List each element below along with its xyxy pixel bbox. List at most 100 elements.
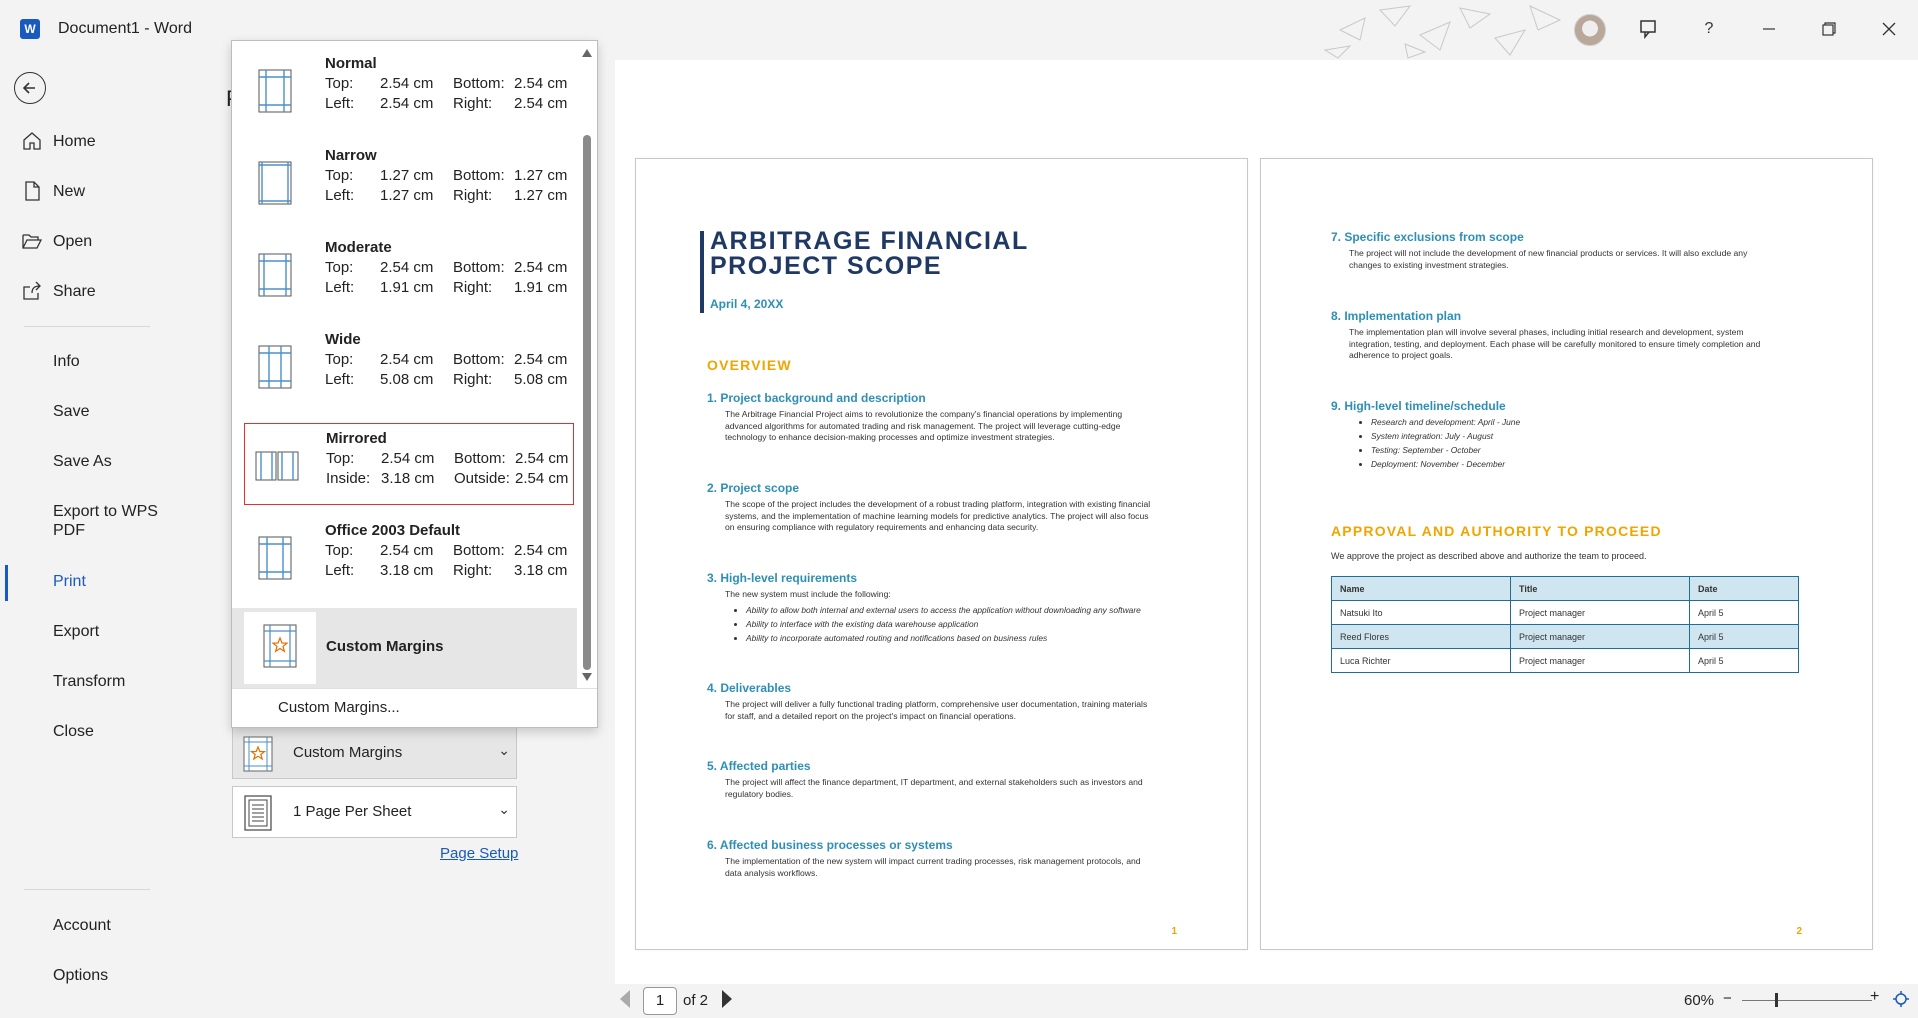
table-cell: April 5 bbox=[1689, 624, 1799, 649]
table-row: Natsuki Ito Project manager April 5 bbox=[1331, 600, 1799, 625]
item-heading: 5. Affected parties bbox=[707, 759, 811, 773]
margin-option-moderate[interactable]: Moderate Top: 2.54 cm Bottom: 2.54 cm Left:… bbox=[244, 233, 574, 315]
item-paragraph: The project will not include the develop… bbox=[1349, 248, 1748, 270]
list-item: Deployment: November - December bbox=[1371, 457, 1777, 471]
scroll-down-icon[interactable] bbox=[582, 673, 592, 681]
back-button[interactable] bbox=[14, 72, 46, 104]
margin-preview-icon bbox=[258, 161, 292, 205]
margin-option-office-2003-default[interactable]: Office 2003 Default Top: 2.54 cm Bottom: 2.… bbox=[244, 516, 574, 598]
item-heading: 6. Affected business processes or system… bbox=[707, 838, 953, 852]
item-paragraph: The implementation plan will involve sev… bbox=[1349, 327, 1761, 361]
folder-open-icon bbox=[22, 234, 42, 249]
zoom-level[interactable]: 60% bbox=[1684, 992, 1714, 1009]
item-paragraph: The project will affect the finance depa… bbox=[725, 777, 1143, 799]
section-heading-approval: APPROVAL AND AUTHORITY TO PROCEED bbox=[1331, 523, 1662, 539]
scrollbar-thumb[interactable] bbox=[583, 135, 591, 670]
list-item: Research and development: April - June bbox=[1371, 415, 1777, 429]
table-cell: April 5 bbox=[1689, 648, 1799, 673]
margin-preview-icon bbox=[258, 69, 292, 113]
margins-dropdown-menu: Normal Top: 2.54 cm Bottom: 2.54 cm Left: 2.… bbox=[231, 40, 598, 728]
title-accent-bar bbox=[700, 231, 704, 313]
nav-export[interactable]: Export bbox=[0, 611, 175, 651]
nav-save-as[interactable]: Save As bbox=[0, 441, 175, 481]
nav-export-wps-pdf[interactable]: Export to WPS PDF bbox=[0, 496, 175, 546]
zoom-slider-thumb[interactable] bbox=[1775, 993, 1778, 1007]
word-logo-icon: W bbox=[20, 19, 40, 39]
one-page-per-sheet-icon bbox=[244, 795, 272, 831]
margin-preview-icon bbox=[258, 253, 292, 297]
margin-option-custom[interactable]: Custom Margins bbox=[232, 608, 577, 688]
custom-margins-icon bbox=[243, 736, 273, 772]
requirements-list: Ability to allow both internal and exter… bbox=[732, 603, 1192, 645]
document-date: April 4, 20XX bbox=[710, 297, 784, 311]
next-page-icon[interactable] bbox=[722, 990, 732, 1008]
nav-open[interactable]: Open bbox=[0, 221, 175, 261]
margin-option-normal[interactable]: Normal Top: 2.54 cm Bottom: 2.54 cm Left: 2.… bbox=[244, 49, 574, 131]
help-icon[interactable]: ? bbox=[1694, 14, 1724, 44]
page-setup-link[interactable]: Page Setup bbox=[440, 845, 518, 862]
table-cell: Project manager bbox=[1510, 600, 1690, 625]
table-header-row: Name Title Date bbox=[1331, 576, 1799, 601]
minimize-icon[interactable] bbox=[1754, 14, 1784, 44]
table-header: Date bbox=[1689, 576, 1799, 601]
menu-separator bbox=[232, 688, 597, 689]
nav-account[interactable]: Account bbox=[0, 905, 175, 945]
nav-close[interactable]: Close bbox=[0, 711, 175, 751]
previous-page-icon[interactable] bbox=[620, 990, 630, 1008]
user-avatar[interactable] bbox=[1574, 14, 1606, 46]
mirrored-margin-preview-icon bbox=[255, 451, 299, 481]
item-heading: 7. Specific exclusions from scope bbox=[1331, 230, 1524, 244]
margin-preview-icon bbox=[258, 345, 292, 389]
zoom-in-button[interactable]: + bbox=[1870, 988, 1879, 1006]
margin-option-wide[interactable]: Wide Top: 2.54 cm Bottom: 2.54 cm Left: 5.08… bbox=[244, 325, 574, 407]
title-bar-decoration-icon bbox=[1323, 5, 1562, 59]
item-paragraph: The Arbitrage Financial Project aims to … bbox=[725, 409, 1123, 443]
item-heading: 3. High-level requirements bbox=[707, 571, 858, 585]
fit-to-window-button[interactable] bbox=[1892, 990, 1910, 1008]
nav-new[interactable]: New bbox=[0, 171, 175, 211]
table-header: Name bbox=[1331, 576, 1511, 601]
item-heading: 8. Implementation plan bbox=[1331, 309, 1462, 323]
list-item: System integration: July - August bbox=[1371, 429, 1777, 443]
list-item: Testing: September - October bbox=[1371, 443, 1777, 457]
pages-per-sheet-dropdown[interactable]: 1 Page Per Sheet ⌄ bbox=[232, 786, 517, 838]
section-heading-overview: OVERVIEW bbox=[707, 357, 792, 373]
nav-separator bbox=[24, 326, 150, 327]
nav-share[interactable]: Share bbox=[0, 271, 175, 311]
page-number-input[interactable]: 1 bbox=[643, 987, 677, 1015]
page-number: 2 bbox=[1796, 926, 1802, 937]
margin-option-mirrored[interactable]: Mirrored Top: 2.54 cm Bottom: 2.54 cm Insid… bbox=[244, 423, 574, 505]
nav-options[interactable]: Options bbox=[0, 955, 175, 995]
margin-option-narrow[interactable]: Narrow Top: 1.27 cm Bottom: 1.27 cm Left: 1.… bbox=[244, 141, 574, 223]
custom-margins-menu-item[interactable]: Custom Margins... bbox=[278, 699, 400, 716]
item-paragraph: The implementation of the new system wil… bbox=[725, 856, 1141, 878]
zoom-out-button[interactable]: − bbox=[1723, 990, 1732, 1007]
item-paragraph: The scope of the project includes the de… bbox=[725, 499, 1151, 533]
active-indicator bbox=[5, 565, 8, 601]
zoom-slider-track[interactable] bbox=[1742, 1000, 1872, 1001]
arrow-left-icon bbox=[22, 82, 35, 94]
table-cell: Project manager bbox=[1510, 648, 1690, 673]
scroll-up-icon[interactable] bbox=[582, 49, 592, 57]
nav-save[interactable]: Save bbox=[0, 391, 175, 431]
zoom-to-page-icon bbox=[1893, 991, 1909, 1007]
table-cell: Project manager bbox=[1510, 624, 1690, 649]
table-cell: Luca Richter bbox=[1331, 648, 1511, 673]
item-paragraph: The project will deliver a fully functio… bbox=[725, 699, 1148, 721]
approval-table: Name Title Date Natsuki Ito Project mana… bbox=[1331, 576, 1799, 673]
item-heading: 1. Project background and description bbox=[707, 391, 926, 405]
table-cell: April 5 bbox=[1689, 600, 1799, 625]
nav-info[interactable]: Info bbox=[0, 341, 175, 381]
coauthor-icon[interactable] bbox=[1634, 14, 1664, 44]
preview-page-2: 7. Specific exclusions from scope The pr… bbox=[1260, 158, 1873, 950]
table-cell: Natsuki Ito bbox=[1331, 600, 1511, 625]
restore-icon[interactable] bbox=[1814, 14, 1844, 44]
margins-dropdown[interactable]: Custom Margins ⌄ bbox=[232, 727, 517, 779]
dropdown-scrollbar[interactable] bbox=[578, 45, 596, 685]
nav-print[interactable]: Print bbox=[0, 561, 175, 601]
preview-page-1: ARBITRAGE FINANCIAL PROJECT SCOPE April … bbox=[635, 158, 1248, 950]
nav-home[interactable]: Home bbox=[0, 121, 175, 161]
close-window-icon[interactable] bbox=[1874, 14, 1904, 44]
table-row: Reed Flores Project manager April 5 bbox=[1331, 624, 1799, 649]
nav-transform[interactable]: Transform bbox=[0, 661, 175, 701]
